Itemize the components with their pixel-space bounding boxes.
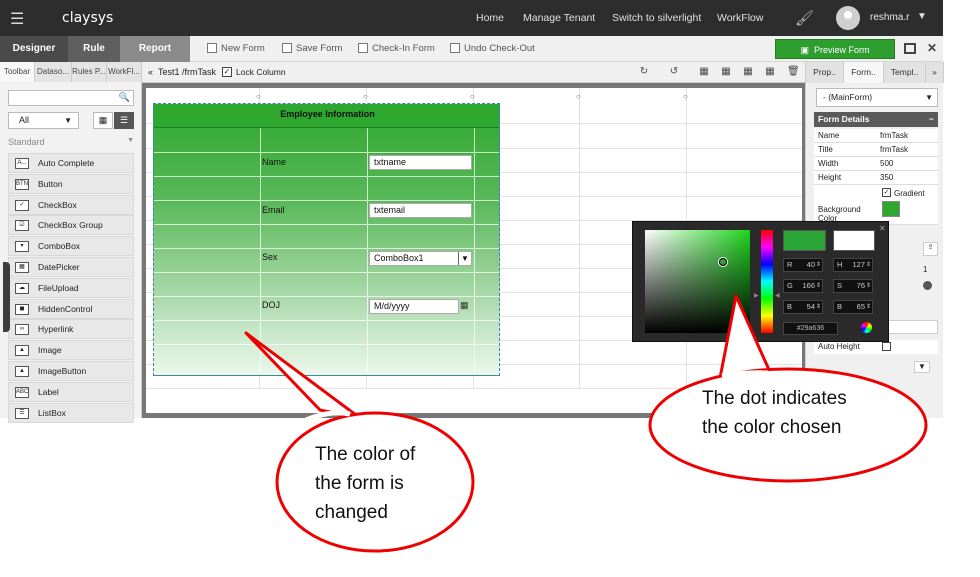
callout-bubbles (244, 294, 928, 553)
form-callout-tail (244, 331, 362, 420)
form-color-callout-text: The color of the form is changed (315, 444, 416, 523)
dot-callout-text: The dot indicates the color chosen (702, 388, 847, 438)
dot-callout-tail (718, 294, 772, 380)
